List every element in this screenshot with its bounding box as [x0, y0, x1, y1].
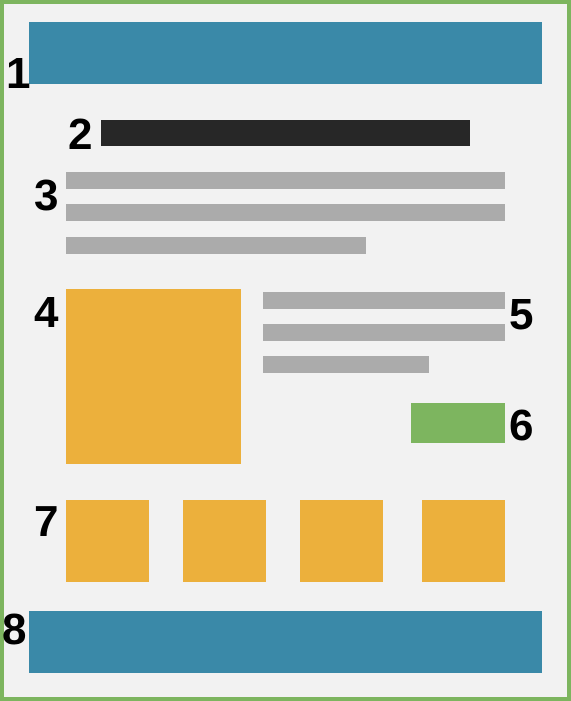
label-title: 2: [68, 110, 93, 159]
label-text: 5: [509, 290, 534, 339]
side-text-line: [263, 324, 505, 341]
label-thumbnails: 7: [34, 497, 59, 546]
label-header: 1: [6, 49, 31, 98]
button-block: [411, 403, 505, 443]
intro-line: [66, 237, 366, 254]
page-wireframe: 1 2 3 4 5 6 7 8: [0, 0, 571, 701]
thumbnail: [66, 500, 149, 582]
header-bar: [29, 22, 542, 84]
footer-bar: [29, 611, 542, 673]
label-footer: 8: [2, 605, 27, 654]
label-image: 4: [34, 288, 59, 337]
title-bar: [101, 120, 470, 146]
image-block: [66, 289, 241, 464]
intro-line: [66, 204, 505, 221]
label-button: 6: [509, 401, 534, 450]
thumbnail: [300, 500, 383, 582]
side-text-line: [263, 356, 429, 373]
intro-line: [66, 172, 505, 189]
label-intro: 3: [34, 171, 59, 220]
side-text-line: [263, 292, 505, 309]
thumbnail: [422, 500, 505, 582]
thumbnail: [183, 500, 266, 582]
